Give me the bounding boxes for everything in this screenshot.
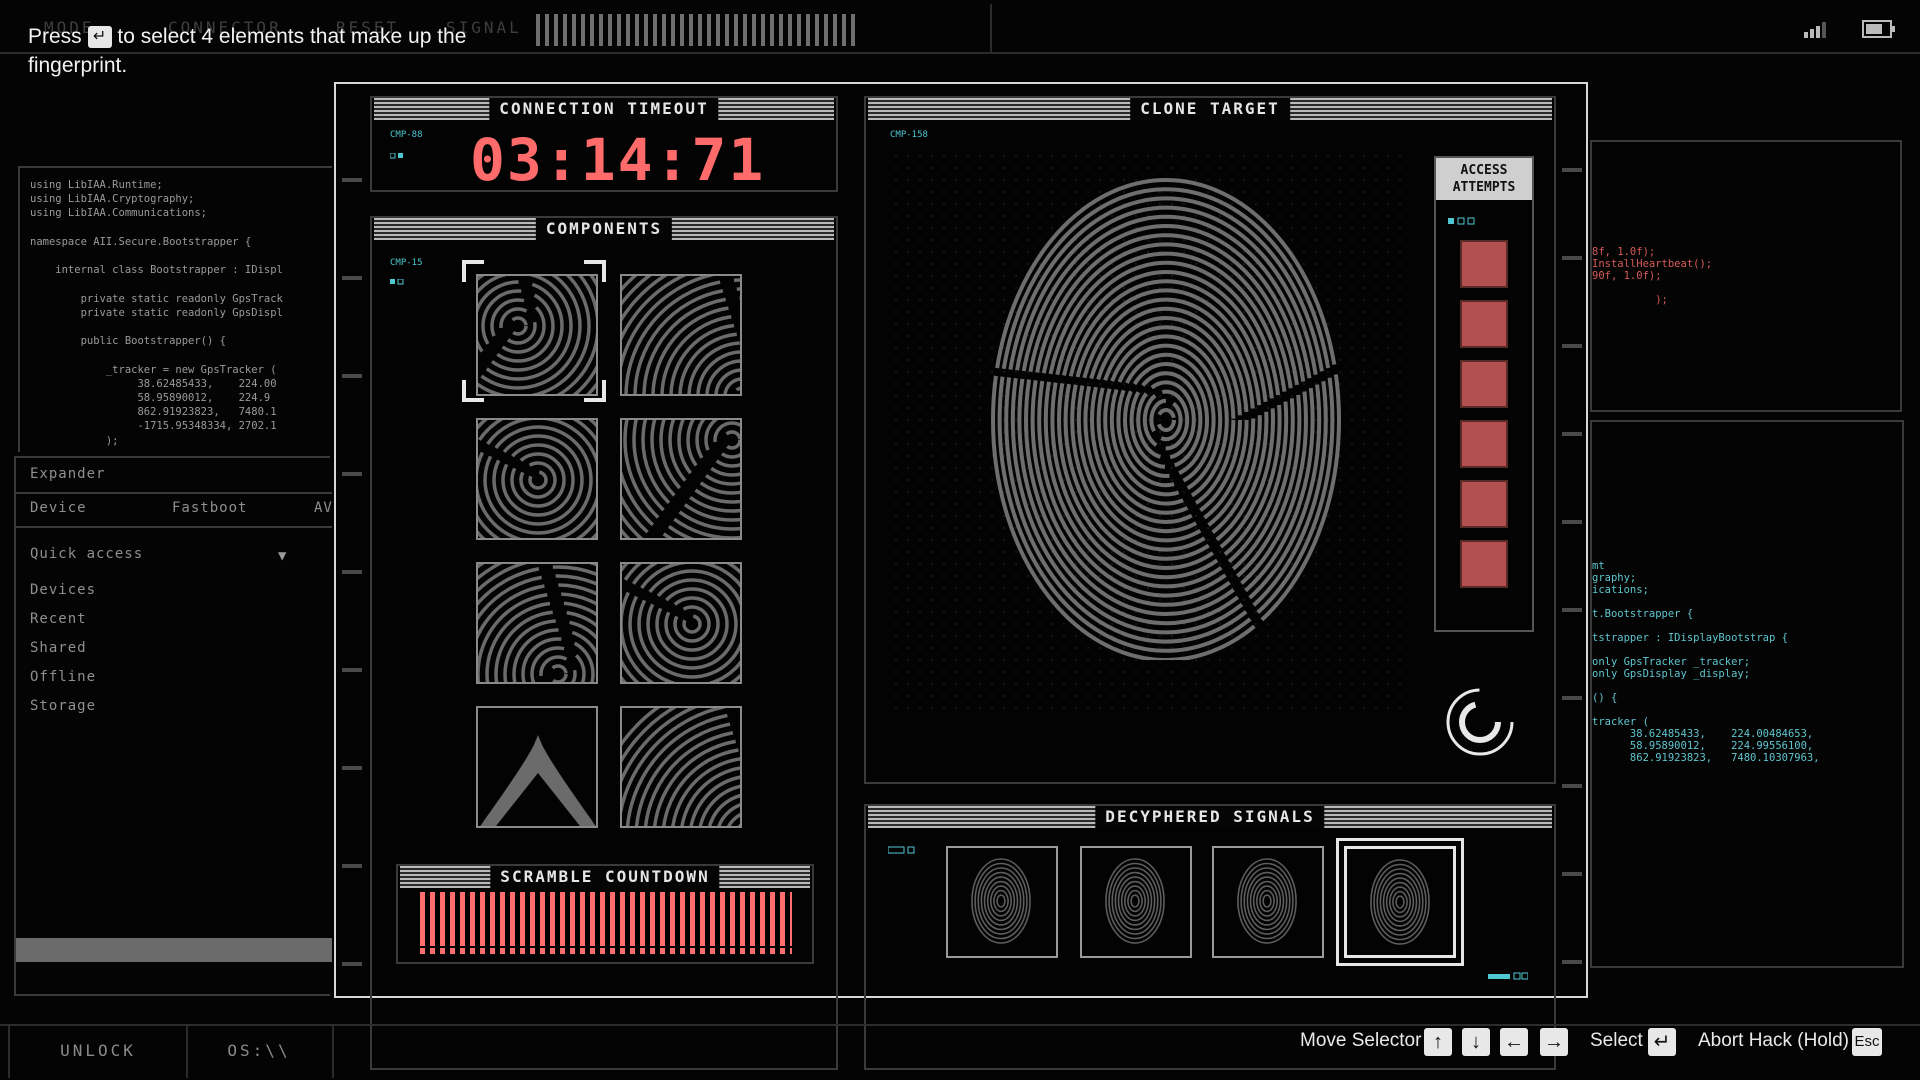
- side-ticks-right: [1562, 84, 1582, 996]
- clone-target-header: CLONE TARGET: [868, 98, 1552, 120]
- hack-window: CONNECTION TIMEOUT CMP-88 03:14:71 COMPO…: [334, 82, 1588, 1070]
- enter-key-icon: ↵: [87, 26, 112, 49]
- move-selector-label: Move Selector: [1300, 1030, 1422, 1051]
- loading-spinner-icon: [1444, 686, 1516, 758]
- scramble-progress-baseline: [420, 948, 792, 954]
- access-title-line1: ACCESS: [1460, 163, 1508, 178]
- scramble-countdown-title: SCRAMBLE COUNTDOWN: [490, 866, 720, 888]
- explorer-item-devices[interactable]: Devices: [30, 582, 96, 598]
- connection-timeout-header: CONNECTION TIMEOUT: [374, 98, 834, 120]
- decyphered-signals-header: DECYPHERED SIGNALS: [868, 806, 1552, 828]
- component-tile[interactable]: [476, 706, 598, 828]
- arrow-left-icon[interactable]: ←: [1500, 1028, 1528, 1056]
- wifi-icon: [1804, 22, 1830, 38]
- access-attempt-indicator: [1460, 300, 1508, 348]
- divider: [16, 526, 332, 528]
- enter-key-icon[interactable]: ↵: [1648, 1028, 1676, 1056]
- component-tile[interactable]: [620, 274, 742, 396]
- scramble-progress-bar: [420, 892, 792, 946]
- component-tile[interactable]: [476, 562, 598, 684]
- hint-prefix: Press: [28, 25, 82, 48]
- connection-tag: CMP-88: [390, 130, 423, 140]
- connection-timeout-title: CONNECTION TIMEOUT: [489, 98, 719, 120]
- signal-strength-bars: [536, 14, 856, 46]
- decyphered-signal-slot[interactable]: [946, 846, 1058, 958]
- decyphered-signals-title: DECYPHERED SIGNALS: [1095, 806, 1325, 828]
- fingerprint-ridge: [1017, 214, 1315, 626]
- fingerprint-ridge: [1043, 251, 1289, 589]
- code-panel-right-top: 8f, 1.0f); InstallHeartbeat(); 90f, 1.0f…: [1590, 140, 1902, 412]
- status-indicator-icon: [389, 144, 406, 159]
- code-panel-right-bottom: mt graphy; ications; t.Bootstrapper { ts…: [1590, 420, 1904, 968]
- fingerprint-ridge: [1083, 306, 1249, 534]
- status-indicator-icon: [390, 270, 406, 285]
- side-ticks-left: [342, 84, 362, 996]
- fingerprint-ridge: [1149, 398, 1183, 442]
- explorer-item-recent[interactable]: Recent: [30, 611, 87, 627]
- abort-hack-label: Abort Hack (Hold): [1698, 1030, 1849, 1051]
- decyphered-signal-slot[interactable]: [1212, 846, 1324, 958]
- decyphered-signal-slot[interactable]: [1336, 838, 1464, 966]
- decyphered-signal-slot[interactable]: [1080, 846, 1192, 958]
- component-tile[interactable]: [476, 418, 598, 540]
- fingerprint-ridge: [1129, 371, 1203, 469]
- access-attempt-indicator: [1460, 540, 1508, 588]
- connection-timer: 03:14:71: [470, 126, 766, 194]
- code-text: 8f, 1.0f); InstallHeartbeat(); 90f, 1.0f…: [1592, 246, 1713, 306]
- clone-target-title: CLONE TARGET: [1130, 98, 1290, 120]
- access-attempt-indicator: [1460, 420, 1508, 468]
- target-fingerprint-image: [986, 160, 1346, 662]
- instruction-hint: Press ↵ to select 4 elements that make u…: [28, 22, 468, 80]
- explorer-item-shared[interactable]: Shared: [30, 640, 87, 656]
- column-device[interactable]: Device: [30, 500, 87, 516]
- explorer-title: Expander: [30, 466, 106, 482]
- arrow-up-icon[interactable]: ↑: [1424, 1028, 1452, 1056]
- components-header: COMPONENTS: [374, 218, 834, 240]
- fingerprint-ridge: [1063, 279, 1269, 561]
- divider: [16, 492, 332, 494]
- unlock-tab[interactable]: UNLOCK: [8, 1024, 188, 1078]
- components-tag: CMP-15: [390, 258, 423, 268]
- divider: [990, 4, 992, 54]
- scramble-countdown-header: SCRAMBLE COUNTDOWN: [400, 866, 810, 888]
- fingerprint-ridge: [1156, 408, 1176, 432]
- select-label: Select: [1590, 1030, 1643, 1051]
- status-indicator-icon: [1488, 966, 1529, 980]
- battery-icon: [1862, 20, 1896, 38]
- status-indicator-icon: [887, 840, 916, 854]
- component-tile[interactable]: [476, 274, 598, 396]
- column-av[interactable]: AV: [314, 500, 333, 516]
- components-title: COMPONENTS: [535, 218, 673, 240]
- arrow-down-icon[interactable]: ↓: [1462, 1028, 1490, 1056]
- fingerprint-ridge: [1024, 224, 1308, 616]
- access-attempt-indicator: [1460, 360, 1508, 408]
- explorer-scrollbar[interactable]: [16, 938, 332, 962]
- code-text: mt graphy; ications; t.Bootstrapper { ts…: [1592, 560, 1820, 764]
- code-panel-left: using LibIAA.Runtime; using LibIAA.Crypt…: [18, 166, 332, 452]
- fingerprint-ridge: [997, 187, 1335, 653]
- arrow-right-icon[interactable]: →: [1540, 1028, 1568, 1056]
- chevron-down-icon[interactable]: ▼: [278, 548, 286, 564]
- clone-target-tag: CMP-158: [890, 130, 928, 140]
- component-tile[interactable]: [620, 706, 742, 828]
- quick-access-label[interactable]: Quick access: [30, 546, 143, 562]
- component-tile[interactable]: [620, 418, 742, 540]
- access-title-line2: ATTEMPTS: [1452, 180, 1516, 195]
- fingerprint-ridge: [1090, 316, 1242, 524]
- explorer-item-storage[interactable]: Storage: [30, 698, 96, 714]
- fingerprint-ridge: [1109, 343, 1223, 497]
- access-attempts-header: ACCESS ATTEMPTS: [1436, 158, 1532, 200]
- os-tab[interactable]: OS:\\: [186, 1024, 334, 1078]
- column-fastboot[interactable]: Fastboot: [172, 500, 247, 516]
- code-text: using LibIAA.Runtime; using LibIAA.Crypt…: [30, 179, 283, 447]
- explorer-item-offline[interactable]: Offline: [30, 669, 96, 685]
- access-attempt-indicator: [1460, 480, 1508, 528]
- component-tile[interactable]: [620, 562, 742, 684]
- status-indicator-icon: [1448, 210, 1482, 225]
- file-explorer: Expander Device Fastboot AV Quick access…: [14, 456, 333, 996]
- esc-key[interactable]: Esc: [1852, 1028, 1882, 1056]
- access-attempt-indicator: [1460, 240, 1508, 288]
